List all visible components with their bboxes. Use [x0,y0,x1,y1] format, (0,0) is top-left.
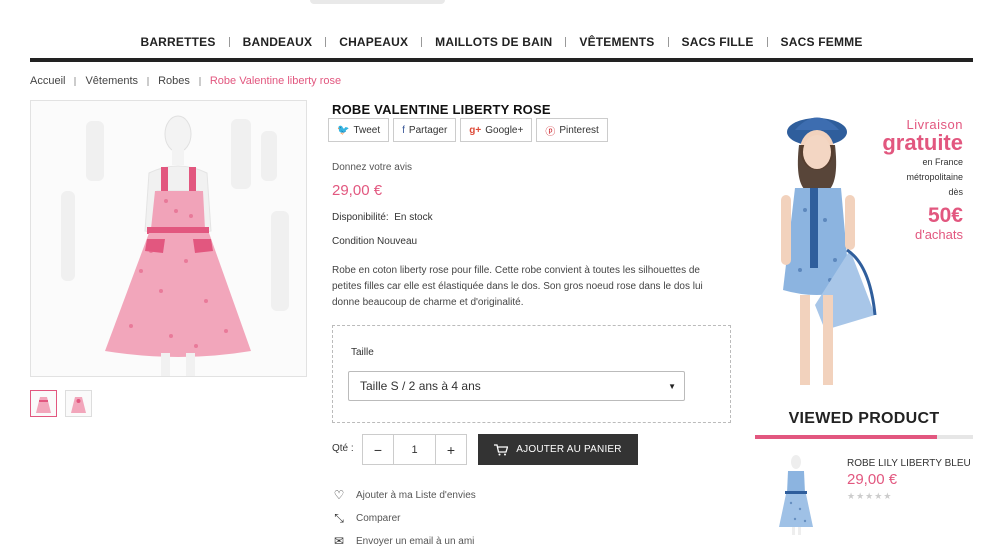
facebook-icon: f [402,124,405,136]
pinterest-button[interactable]: ⓟ Pinterest [536,118,608,142]
compare-link[interactable]: ⤡ Comparer [332,511,400,526]
breadcrumb-separator [74,76,77,86]
star-icon: ★ [856,491,866,501]
banner-line-france: en France [922,157,963,167]
share-buttons: 🐦 Tweet f Partager g+ Google+ ⓟ Pinteres… [328,118,608,142]
cart-icon [494,443,509,455]
google-plus-button[interactable]: g+ Google+ [460,118,533,142]
availability-value: En stock [394,212,433,223]
availability: Disponibilité: En stock [332,212,433,223]
nav-item-barrettes[interactable]: BARRETTES [127,35,228,49]
condition-label: Condition [332,236,375,247]
envelope-icon: ✉ [333,534,345,547]
star-icon: ★ [874,491,884,501]
viewed-product-rating: ★★★★★ [847,491,892,502]
product-description: Robe en coton liberty rose pour fille. C… [332,265,703,308]
twitter-icon: 🐦 [337,124,350,136]
size-selected-value: Taille S / 2 ans à 4 ans [360,379,481,393]
banner-line-des: dès [948,187,963,197]
blue-dress-image [755,453,837,535]
breadcrumb-robes[interactable]: Robes [158,75,190,87]
availability-label: Disponibilité: [332,212,389,223]
free-shipping-banner[interactable]: Livraison gratuite en France métropolita… [755,100,973,395]
nav-item-sacs-fille[interactable]: SACS FILLE [669,35,767,49]
nav-item-chapeaux[interactable]: CHAPEAUX [326,35,421,49]
breadcrumb-current: Robe Valentine liberty rose [209,75,342,87]
dress-on-mannequin-image [31,101,306,376]
compare-label: Comparer [356,513,401,524]
breadcrumb-home[interactable]: Accueil [30,75,65,87]
viewed-product-price: 29,00 € [847,471,898,488]
size-label: Taille [351,347,374,358]
nav-item-bandeaux[interactable]: BANDEAUX [230,35,326,49]
pinterest-label: Pinterest [559,124,599,136]
quantity-decrease-button[interactable]: − [363,435,393,464]
quantity-stepper: − 1 + [362,434,467,465]
facebook-label: Partager [408,124,448,136]
nav-item-sacs-femme[interactable]: SACS FEMME [768,35,876,49]
nav-item-vetements[interactable]: VÊTEMENTS [566,35,667,49]
quantity-increase-button[interactable]: + [436,435,466,464]
star-icon: ★ [847,491,857,501]
quantity-input[interactable]: 1 [393,435,436,464]
thumbnail-back[interactable] [65,390,92,417]
banner-line-amount: 50€ [927,204,963,227]
viewed-product-image[interactable] [755,453,837,535]
email-friend-label: Envoyer un email à un ami [356,535,475,547]
add-to-cart-label: AJOUTER AU PANIER [516,444,622,455]
breadcrumb: Accueil Vêtements Robes Robe Valentine l… [30,75,341,87]
star-icon: ★ [883,491,893,501]
breadcrumb-separator [198,76,201,86]
google-plus-icon: g+ [469,124,482,136]
quantity-label: Qté : [332,443,354,454]
compress-arrows-icon: ⤡ [334,511,344,525]
product-price: 29,00 € [332,182,383,199]
viewed-product-heading: VIEWED PRODUCT [788,410,940,427]
breadcrumb-separator [147,76,150,86]
banner-text: Livraison gratuite en France métropolita… [882,117,963,242]
nav-underline [30,58,973,62]
viewed-product-underline-accent [755,435,937,439]
thumbnail-front[interactable] [30,390,57,417]
tweet-button[interactable]: 🐦 Tweet [328,118,390,142]
caret-down-icon: ▼ [668,382,676,391]
google-plus-label: Google+ [485,124,524,136]
wishlist-link[interactable]: ♡ Ajouter à ma Liste d'envies [332,488,476,502]
breadcrumb-vetements[interactable]: Vêtements [85,75,138,87]
facebook-share-button[interactable]: f Partager [393,118,457,142]
thumb-dress-back-image [66,391,91,416]
top-strip [310,0,445,4]
product-main-image[interactable] [30,100,307,377]
nav-item-maillots[interactable]: MAILLOTS DE BAIN [422,35,565,49]
size-select[interactable]: Taille S / 2 ans à 4 ans ▼ [348,371,685,401]
thumb-dress-front-image [31,391,56,416]
pinterest-icon: ⓟ [545,126,556,138]
add-to-cart-button[interactable]: AJOUTER AU PANIER [478,434,638,465]
tweet-label: Tweet [353,124,381,136]
size-selector-box: Taille Taille S / 2 ans à 4 ans ▼ [332,325,731,423]
review-link[interactable]: Donnez votre avis [332,162,412,173]
viewed-product-underline [755,435,973,439]
banner-line-gratuite: gratuite [882,130,963,155]
email-friend-link[interactable]: ✉ Envoyer un email à un ami [332,534,474,547]
banner-line-achats: d'achats [914,227,963,242]
wishlist-label: Ajouter à ma Liste d'envies [356,489,476,501]
condition-value: Nouveau [377,236,418,247]
product-title: ROBE VALENTINE LIBERTY ROSE [332,102,551,117]
heart-icon: ♡ [333,488,345,502]
thumbnail-strip [30,390,92,417]
main-nav: BARRETTES BANDEAUX CHAPEAUX MAILLOTS DE … [30,33,973,51]
star-icon: ★ [865,491,875,501]
banner-line-metropolitaine: métropolitaine [906,172,963,182]
condition: Condition Nouveau [332,236,417,247]
viewed-product-name[interactable]: ROBE LILY LIBERTY BLEU [847,458,971,469]
